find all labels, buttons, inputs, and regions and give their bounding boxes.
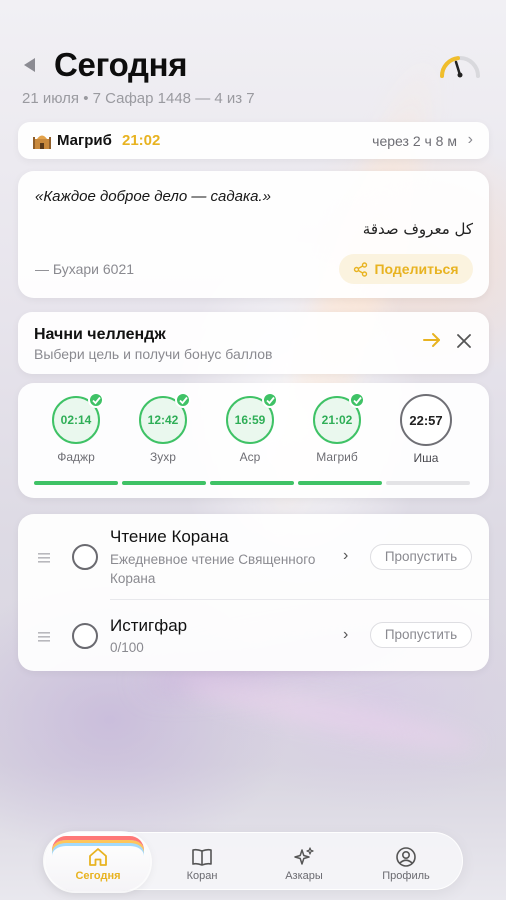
task-title: Чтение Корана — [110, 527, 229, 546]
prayer-time: 16:59 — [234, 413, 266, 427]
prayer-circle: 02:14 — [52, 392, 104, 444]
prayer-dhuhr[interactable]: 12:42 Зухр — [133, 392, 193, 464]
check-icon — [262, 392, 278, 408]
chevron-right-icon[interactable]: › — [343, 626, 348, 644]
check-icon — [349, 392, 365, 408]
prayer-name: Аср — [239, 450, 261, 464]
home-icon — [89, 848, 107, 866]
quote-source: — Бухари 6021 — [35, 261, 135, 277]
prayer-name: Иша — [413, 451, 439, 465]
tab-quran[interactable]: Коран — [152, 833, 252, 891]
task-title: Истигфар — [110, 616, 188, 635]
challenge-card[interactable]: Начни челлендж Выбери цель и получи бону… — [18, 312, 489, 374]
skip-button[interactable]: Пропустить — [370, 622, 472, 648]
progress-segment — [298, 481, 382, 485]
page-title: Сегодня — [54, 46, 188, 83]
chevron-right-icon[interactable]: › — [343, 547, 348, 565]
share-button[interactable]: Поделиться — [339, 254, 473, 284]
share-icon — [354, 261, 368, 277]
sparkles-icon — [294, 847, 314, 865]
check-icon — [175, 392, 191, 408]
prayer-asr[interactable]: 16:59 Аср — [220, 392, 280, 464]
tab-label: Азкары — [285, 870, 323, 882]
skip-button[interactable]: Пропустить — [370, 544, 472, 570]
tab-profile[interactable]: Профиль — [356, 833, 456, 891]
quote-arabic: كل معروف صدقة — [362, 220, 473, 238]
chevron-right-icon: › — [467, 131, 473, 148]
prayer-circle: 21:02 — [313, 392, 365, 444]
prayer-name: Зухр — [150, 450, 176, 464]
progress-segment — [386, 481, 470, 485]
prayer-isha[interactable]: 22:57 Иша — [396, 394, 456, 465]
drag-handle-icon[interactable] — [38, 632, 50, 642]
mosque-icon — [33, 135, 51, 149]
prayer-times-card: 02:14 Фаджр 12:42 Зухр 16:59 Аср 21:02 М… — [18, 383, 489, 498]
back-icon[interactable] — [24, 58, 35, 72]
prayer-circle: 22:57 — [400, 394, 452, 446]
tab-today[interactable]: Сегодня — [46, 833, 150, 891]
task-subtitle: 0/100 — [110, 640, 144, 655]
task-subtitle: Ежедневное чтение Священного Корана — [110, 552, 316, 586]
drag-handle-icon[interactable] — [38, 553, 50, 563]
next-prayer-time: 21:02 — [122, 132, 161, 149]
prayer-fajr[interactable]: 02:14 Фаджр — [46, 392, 106, 464]
next-prayer-remaining: через 2 ч 8 м — [372, 133, 457, 149]
tab-label: Коран — [186, 870, 218, 882]
tasks-card: Чтение Корана Ежедневное чтение Священно… — [18, 514, 489, 671]
divider — [110, 599, 489, 600]
prayer-maghrib[interactable]: 21:02 Магриб — [307, 392, 367, 464]
prayer-time: 12:42 — [147, 413, 179, 427]
prayer-time: 22:57 — [409, 412, 443, 428]
prayer-circle: 16:59 — [226, 392, 278, 444]
progress-segment — [122, 481, 206, 485]
progress-gauge-icon[interactable] — [436, 48, 484, 80]
next-prayer-name: Магриб — [57, 132, 112, 149]
progress-segment — [210, 481, 294, 485]
prayer-time: 21:02 — [321, 413, 353, 427]
prayer-name: Фаджр — [57, 450, 95, 464]
header: Сегодня 21 июля • 7 Сафар 1448 — 4 из 7 — [22, 44, 482, 124]
task-checkbox[interactable] — [72, 544, 98, 570]
profile-icon — [396, 847, 416, 867]
tab-azkar[interactable]: Азкары — [254, 833, 354, 891]
check-icon — [88, 392, 104, 408]
close-icon[interactable] — [457, 334, 471, 348]
challenge-subtitle: Выбери цель и получи бонус баллов — [34, 346, 273, 362]
book-icon — [192, 848, 212, 866]
share-label: Поделиться — [374, 261, 459, 277]
next-prayer-bar[interactable]: Магриб 21:02 через 2 ч 8 м › — [18, 122, 489, 159]
arrow-right-icon[interactable] — [423, 332, 441, 348]
tab-label: Сегодня — [75, 870, 121, 882]
quote-card: «Каждое доброе дело — садака.» كل معروف … — [18, 171, 489, 298]
prayer-time: 02:14 — [60, 413, 92, 427]
task-checkbox[interactable] — [72, 623, 98, 649]
progress-segment — [34, 481, 118, 485]
challenge-title: Начни челлендж — [34, 326, 166, 343]
prayer-circle: 12:42 — [139, 392, 191, 444]
prayer-name: Магриб — [316, 450, 358, 464]
date-subtitle: 21 июля • 7 Сафар 1448 — 4 из 7 — [22, 90, 255, 107]
quote-text: «Каждое доброе дело — садака.» — [35, 188, 271, 205]
tab-label: Профиль — [382, 870, 430, 882]
tab-bar: Сегодня Коран Азкары Профиль — [43, 832, 463, 891]
